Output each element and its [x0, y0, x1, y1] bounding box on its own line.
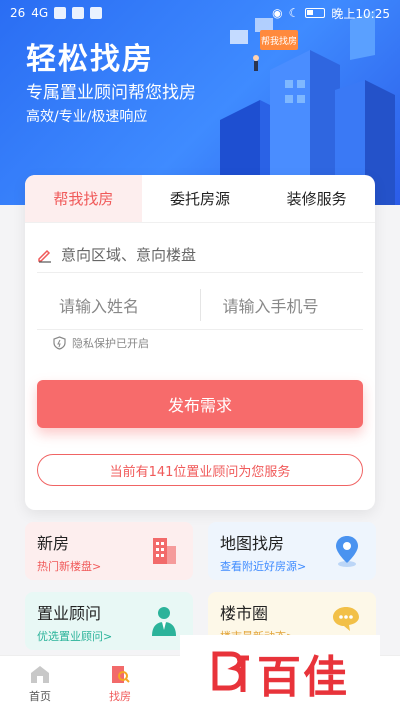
phone-input[interactable]: 请输入手机号 — [201, 293, 364, 317]
shield-icon — [53, 336, 66, 350]
area-placeholder: 意向区域、意向楼盘 — [61, 246, 197, 264]
tile-advisor[interactable]: 置业顾问 优选置业顾问> — [25, 592, 193, 650]
name-input[interactable]: 请输入姓名 — [37, 293, 200, 317]
status-right: ◉ ☾ 晚上10:25 — [272, 5, 390, 22]
tab-entrust-listing[interactable]: 委托房源 — [142, 175, 259, 222]
tile-new-homes[interactable]: 新房 热门新楼盘> — [25, 522, 193, 580]
watermark-emblem-icon — [212, 651, 249, 692]
notification-icon — [54, 7, 67, 19]
advisor-count-button[interactable]: 当前有141位置业顾问为您服务 — [37, 454, 363, 486]
find-house-icon — [112, 666, 130, 683]
service-tabs: 帮我找房 委托房源 装修服务 — [25, 175, 375, 223]
home-icon — [31, 666, 49, 683]
clock: 晚上10:25 — [331, 6, 390, 21]
hero-title: 轻松找房 — [26, 42, 154, 77]
hero-subtitle: 专属置业顾问帮您找房 — [26, 83, 196, 103]
tile-map-search[interactable]: 地图找房 查看附近好房源> — [208, 522, 376, 580]
tabbar-home[interactable]: 首页 — [0, 656, 80, 711]
find-house-card: 帮我找房 委托房源 装修服务 意向区域、意向楼盘 请输入姓名 请输入手机号 隐私… — [25, 175, 375, 510]
area-input[interactable]: 意向区域、意向楼盘 — [37, 237, 363, 273]
privacy-text: 隐私保护已开启 — [72, 337, 149, 350]
building-icon — [153, 538, 176, 564]
tab-find-house[interactable]: 帮我找房 — [25, 175, 142, 222]
tabbar-find-label: 找房 — [109, 690, 131, 703]
battery-icon — [305, 8, 326, 18]
tabbar-home-label: 首页 — [29, 690, 51, 703]
status-left: 26 4G — [10, 6, 103, 20]
watermark-text: 百佳 — [257, 652, 349, 703]
status-bar: 26 4G ◉ ☾ 晚上10:25 — [0, 0, 400, 26]
billboard-text: 帮我找房 — [261, 35, 297, 47]
submit-request-button[interactable]: 发布需求 — [37, 380, 363, 428]
privacy-notice: 隐私保护已开启 — [53, 335, 149, 351]
network-type: 4G — [31, 6, 49, 20]
advisor-person-icon — [152, 607, 176, 636]
eye-icon: ◉ — [272, 6, 283, 20]
tab-decoration[interactable]: 装修服务 — [258, 175, 375, 222]
map-pin-icon — [336, 536, 358, 567]
watermark-logo: 百佳 — [180, 635, 380, 711]
hero-tags: 高效/专业/极速响应 — [26, 109, 148, 125]
wechat-icon — [72, 7, 85, 19]
tabbar-find-house[interactable]: 找房 — [80, 656, 160, 711]
contact-inputs: 请输入姓名 请输入手机号 — [37, 280, 363, 330]
moon-icon: ☾ — [288, 6, 300, 20]
pencil-icon — [38, 249, 51, 263]
chat-bubble-icon — [333, 607, 359, 631]
signal-strength: 26 — [10, 6, 26, 20]
app-notification-icon — [90, 7, 103, 19]
